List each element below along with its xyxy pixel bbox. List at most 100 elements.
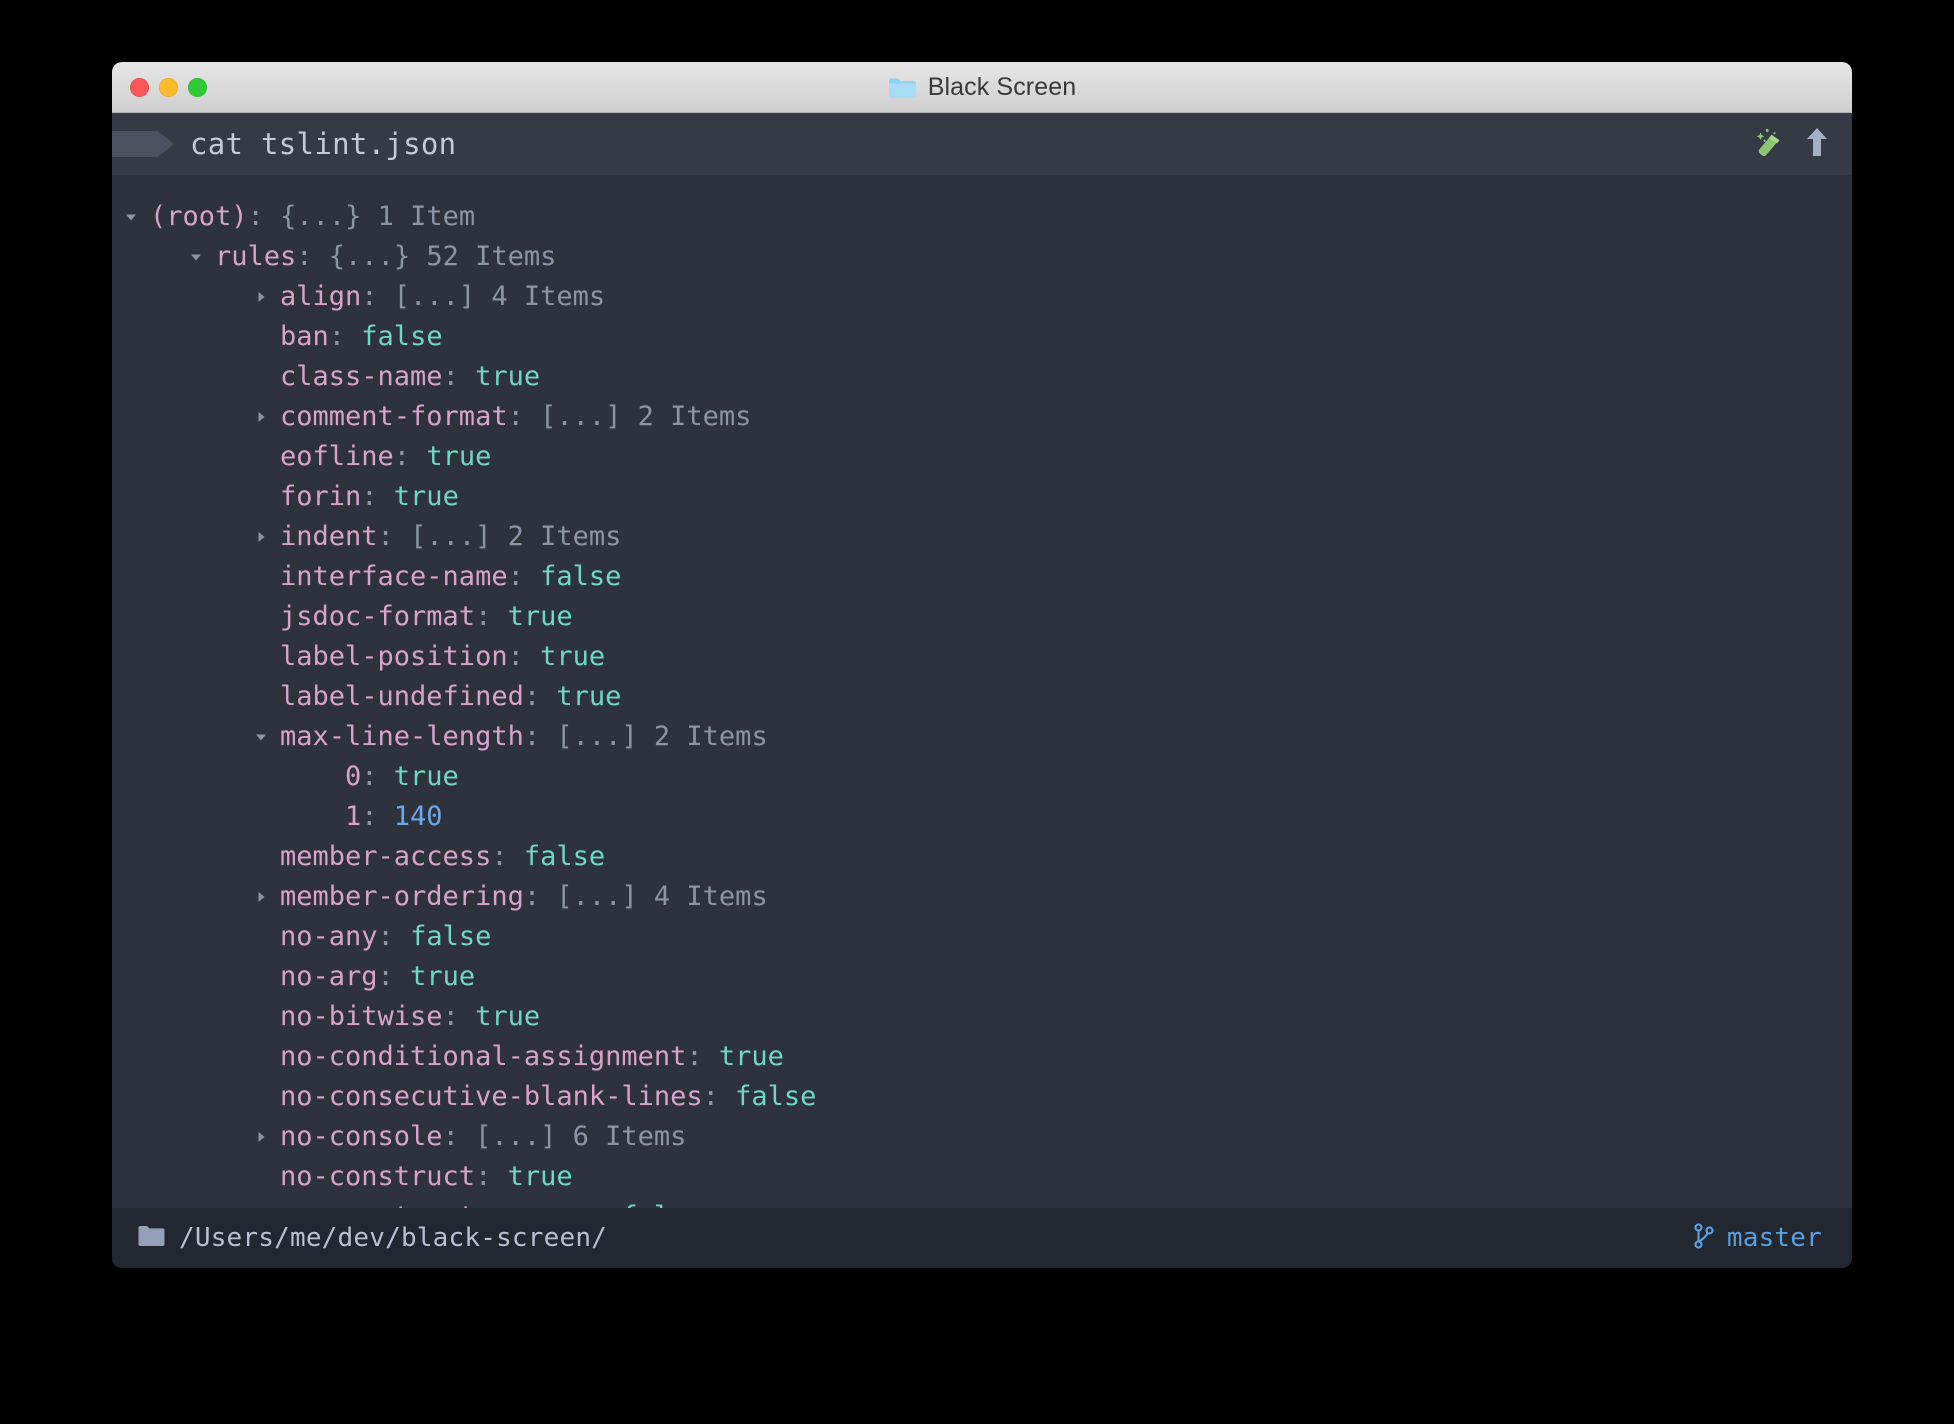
tree-key: align (280, 281, 362, 312)
tree-value: true (540, 641, 606, 672)
tree-value: true (393, 761, 459, 792)
triangle-right-icon[interactable] (250, 1117, 272, 1157)
tree-row[interactable]: no-arg: true (112, 957, 1852, 997)
tree-separator: : (475, 1161, 508, 1192)
tree-key: label-undefined (280, 681, 524, 712)
tree-row[interactable]: interface-name: false (112, 557, 1852, 597)
tree-item-count: 2 Items (637, 401, 752, 432)
tree-value: 140 (393, 801, 443, 832)
tree-separator: : (523, 721, 557, 752)
tree-value: true (475, 1001, 541, 1032)
tree-key: class-name (280, 361, 443, 392)
tree-separator: : (393, 441, 427, 472)
tree-row[interactable]: label-undefined: true (112, 677, 1852, 717)
tree-value: true (410, 961, 476, 992)
tree-item-count: 1 Item (377, 201, 476, 232)
folder-icon (888, 76, 917, 99)
tree-key: no-consecutive-blank-lines (280, 1081, 703, 1112)
status-path-group: /Users/me/dev/black-screen/ (138, 1223, 607, 1253)
tree-separator: : (377, 961, 411, 992)
tree-key: no-any (280, 921, 378, 952)
status-branch-group[interactable]: master (1693, 1223, 1822, 1253)
magic-wand-icon[interactable] (1754, 127, 1784, 161)
tree-key: member-ordering (280, 881, 524, 912)
tree-brace: {...} (280, 201, 362, 232)
tree-space (361, 201, 377, 232)
window-title-group: Black Screen (112, 62, 1852, 113)
tree-brace: [...] (393, 281, 476, 312)
tree-row[interactable]: jsdoc-format: true (112, 597, 1852, 637)
arrow-up-icon[interactable] (1806, 127, 1828, 161)
git-branch-name: master (1726, 1223, 1822, 1253)
tree-key: no-arg (280, 961, 378, 992)
tree-row[interactable]: align: [...] 4 Items (112, 277, 1852, 317)
tree-row[interactable]: ban: false (112, 317, 1852, 357)
triangle-down-icon[interactable] (120, 197, 142, 237)
tree-item-count: 4 Items (653, 881, 768, 912)
tree-separator: : (377, 521, 411, 552)
tree-value: true (507, 1161, 573, 1192)
tree-row[interactable]: class-name: true (112, 357, 1852, 397)
tree-key: no-constructor-vars (280, 1201, 589, 1208)
tree-row[interactable]: label-position: true (112, 637, 1852, 677)
tree-space (621, 401, 637, 432)
tree-brace: {...} (328, 241, 411, 272)
tree-key: no-conditional-assignment (280, 1041, 687, 1072)
tree-row[interactable]: comment-format: [...] 2 Items (112, 397, 1852, 437)
tree-row[interactable]: max-line-length: [...] 2 Items (112, 717, 1852, 757)
tree-space (638, 721, 654, 752)
tree-key: no-bitwise (280, 1001, 443, 1032)
tree-separator: : (475, 601, 508, 632)
tree-row[interactable]: 0: true (112, 757, 1852, 797)
tree-separator: : (296, 241, 329, 272)
tree-key: interface-name (280, 561, 508, 592)
tree-row[interactable]: rules: {...} 52 Items (112, 237, 1852, 277)
minimize-button[interactable] (159, 78, 178, 97)
triangle-down-icon[interactable] (250, 717, 272, 757)
triangle-down-icon[interactable] (185, 237, 207, 277)
prompt-bar: cat tslint.json (112, 113, 1852, 175)
tree-row[interactable]: 1: 140 (112, 797, 1852, 837)
tree-value: true (426, 441, 492, 472)
current-directory[interactable]: /Users/me/dev/black-screen/ (179, 1223, 607, 1253)
tree-row[interactable]: no-constructor-vars: false (112, 1197, 1852, 1208)
tree-brace: [...] (556, 721, 638, 752)
tree-row[interactable]: member-ordering: [...] 4 Items (112, 877, 1852, 917)
tree-value: true (475, 361, 541, 392)
tree-row[interactable]: no-any: false (112, 917, 1852, 957)
close-button[interactable] (130, 78, 149, 97)
tree-brace: [...] (410, 521, 492, 552)
tree-separator: : (507, 641, 541, 672)
triangle-right-icon[interactable] (250, 877, 272, 917)
command-input[interactable]: cat tslint.json (190, 127, 456, 161)
json-tree: (root): {...} 1 Item rules: {...} 52 Item… (112, 197, 1852, 1208)
tree-key: forin (280, 481, 362, 512)
triangle-right-icon[interactable] (250, 277, 272, 317)
tree-value: false (735, 1081, 817, 1112)
tree-value: false (523, 841, 606, 872)
tree-separator: : (377, 921, 411, 952)
tree-key: comment-format (280, 401, 508, 432)
tree-separator: : (507, 401, 541, 432)
zoom-button[interactable] (188, 78, 207, 97)
tree-brace: [...] (475, 1121, 557, 1152)
tree-value: false (361, 321, 443, 352)
tree-separator: : (442, 1001, 476, 1032)
tree-row[interactable]: no-consecutive-blank-lines: false (112, 1077, 1852, 1117)
tree-item-count: 52 Items (426, 241, 557, 272)
triangle-right-icon[interactable] (250, 397, 272, 437)
tree-key: 1 (345, 801, 362, 832)
tree-row[interactable]: forin: true (112, 477, 1852, 517)
tree-row[interactable]: member-access: false (112, 837, 1852, 877)
tree-row[interactable]: no-construct: true (112, 1157, 1852, 1197)
tree-row[interactable]: eofline: true (112, 437, 1852, 477)
tree-row[interactable]: no-console: [...] 6 Items (112, 1117, 1852, 1157)
tree-row[interactable]: no-bitwise: true (112, 997, 1852, 1037)
triangle-right-icon[interactable] (250, 517, 272, 557)
tree-row[interactable]: indent: [...] 2 Items (112, 517, 1852, 557)
tree-row[interactable]: (root): {...} 1 Item (112, 197, 1852, 237)
tree-value: false (540, 561, 622, 592)
tree-row[interactable]: no-conditional-assignment: true (112, 1037, 1852, 1077)
tree-separator: : (686, 1041, 719, 1072)
tree-separator: : (361, 481, 394, 512)
